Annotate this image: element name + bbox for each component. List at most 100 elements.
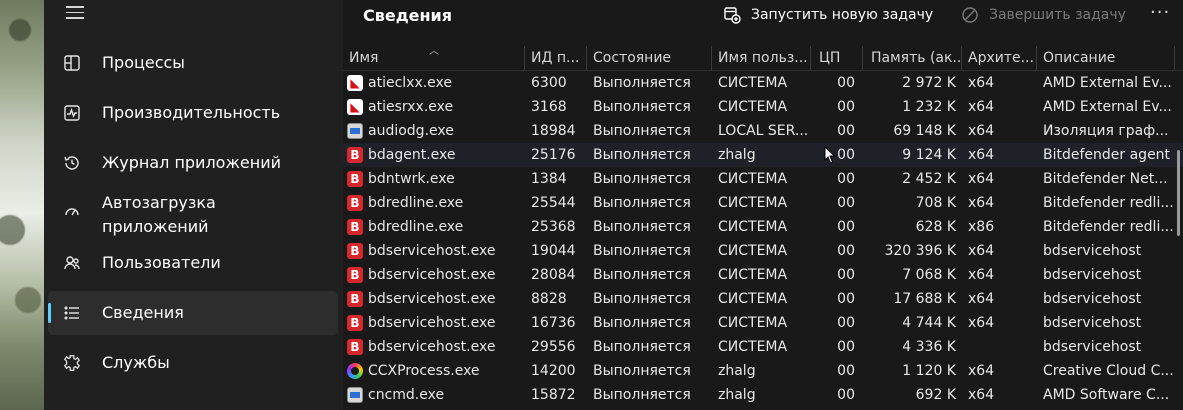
process-name-cell: Bbdservicehost.exe — [343, 263, 525, 287]
table-row[interactable]: Bbdntwrk.exe 1384 Выполняется СИСТЕМА 00 2 45… — [343, 167, 1183, 191]
column-header-pid[interactable]: ИД п... — [525, 46, 587, 70]
cell-arch: x64 — [968, 315, 995, 331]
bitdefender-logo-icon: B — [347, 147, 363, 163]
cell-cpu: 00 — [837, 195, 855, 211]
cell-user: zhalg — [718, 387, 756, 403]
amd-logo-icon: ◣ — [347, 99, 363, 115]
cell-user: СИСТЕМА — [718, 219, 788, 235]
cell-pid: 3168 — [531, 99, 567, 115]
cell-cpu: 00 — [837, 315, 855, 331]
process-name: bdredline.exe — [368, 219, 464, 235]
process-name: atiesrxx.exe — [368, 99, 454, 115]
cell-user: zhalg — [718, 363, 756, 379]
cell-arch: x64 — [968, 123, 995, 139]
column-header-cpu[interactable]: ЦП — [811, 46, 863, 70]
cell-user: СИСТЕМА — [718, 339, 788, 355]
cell-mem: 692 K — [915, 387, 956, 403]
table-row[interactable]: Bbdservicehost.exe 19044 Выполняется СИСТЕМ… — [343, 239, 1183, 263]
sidebar-item-label: Производительность — [102, 103, 281, 122]
sidebar-item-services[interactable]: Службы — [48, 341, 338, 385]
column-header-memory[interactable]: Память (ак... — [863, 46, 962, 70]
desktop-wallpaper — [0, 0, 44, 410]
cell-pid: 8828 — [531, 291, 567, 307]
cell-user: СИСТЕМА — [718, 291, 788, 307]
cell-state: Выполняется — [593, 315, 691, 331]
cell-user: LOCAL SER... — [718, 123, 809, 139]
cell-pid: 15872 — [531, 387, 576, 403]
cell-state: Выполняется — [593, 243, 691, 259]
table-row[interactable]: ◣ atieclxx.exe 6300 Выполняется СИСТЕМА 00 2 9… — [343, 71, 1183, 95]
cell-state: Выполняется — [593, 171, 691, 187]
cell-mem: 4 336 K — [902, 339, 956, 355]
cell-cpu: 00 — [837, 75, 855, 91]
cell-arch: x64 — [968, 243, 995, 259]
vertical-scrollbar[interactable] — [1177, 150, 1180, 236]
cell-state: Выполняется — [593, 123, 691, 139]
sidebar-item-label: Пользователи — [102, 253, 221, 272]
cell-pid: 6300 — [531, 75, 567, 91]
table-row[interactable]: Bbdagent.exe 25176 Выполняется zhalg 00 9 124… — [343, 143, 1183, 167]
table-row[interactable]: Bbdredline.exe 25368 Выполняется СИСТЕМА 00 6… — [343, 215, 1183, 239]
process-name: bdagent.exe — [368, 147, 456, 163]
window-app-icon — [347, 123, 363, 139]
selection-indicator — [48, 303, 51, 323]
cell-state: Выполняется — [593, 75, 691, 91]
sidebar-item-users[interactable]: Пользователи — [48, 241, 338, 285]
amd-logo-icon: ◣ — [347, 75, 363, 91]
hamburger-menu-icon[interactable] — [66, 6, 84, 20]
sidebar-item-details[interactable]: Сведения — [48, 291, 338, 335]
run-new-task-button[interactable]: Запустить новую задачу — [723, 4, 933, 26]
cell-pid: 14200 — [531, 363, 576, 379]
sidebar-item-processes[interactable]: Процессы — [48, 41, 338, 85]
table-row[interactable]: ◣ atiesrxx.exe 3168 Выполняется СИСТЕМА 00 1 2… — [343, 95, 1183, 119]
cell-arch: x64 — [968, 267, 995, 283]
cell-state: Выполняется — [593, 195, 691, 211]
table-row[interactable]: audiodg.exe 18984 Выполняется LOCAL SER... 0… — [343, 119, 1183, 143]
column-header-description[interactable]: Описание — [1037, 46, 1175, 70]
users-icon — [62, 253, 82, 273]
cell-user: СИСТЕМА — [718, 315, 788, 331]
cell-mem: 1 232 K — [902, 99, 956, 115]
bitdefender-logo-icon: B — [347, 291, 363, 307]
bitdefender-logo-icon: B — [347, 315, 363, 331]
end-task-button[interactable]: Завершить задачу — [961, 4, 1126, 26]
cell-state: Выполняется — [593, 147, 691, 163]
table-row[interactable]: Bbdredline.exe 25544 Выполняется СИСТЕМА 00 7… — [343, 191, 1183, 215]
cell-pid: 19044 — [531, 243, 576, 259]
sidebar: Процессы Производительность Журнал прило… — [44, 0, 343, 410]
process-details-table: ︿ Имя ИД п... Состояние Имя польз... ЦП … — [343, 46, 1183, 410]
process-name: bdredline.exe — [368, 195, 464, 211]
sidebar-item-app-history[interactable]: Журнал приложений — [48, 141, 338, 185]
table-row[interactable]: Bbdservicehost.exe 29556 Выполняется СИСТЕМ… — [343, 335, 1183, 359]
performance-icon — [62, 103, 82, 123]
process-name-cell: ◣ atiesrxx.exe — [343, 95, 525, 119]
table-row[interactable]: Bbdservicehost.exe 28084 Выполняется СИСТЕМ… — [343, 263, 1183, 287]
column-header-name[interactable]: ︿ Имя — [343, 46, 525, 70]
cell-arch: x64 — [968, 387, 995, 403]
table-row[interactable]: cncmd.exe 15872 Выполняется zhalg 00 692 K x64… — [343, 383, 1183, 407]
table-row[interactable]: CCXProcess.exe 14200 Выполняется zhalg 00 1 1… — [343, 359, 1183, 383]
column-header-user[interactable]: Имя польз... — [712, 46, 811, 70]
cell-mem: 628 K — [915, 219, 956, 235]
bitdefender-logo-icon: B — [347, 267, 363, 283]
page-title: Сведения — [363, 6, 453, 25]
cell-pid: 25368 — [531, 219, 576, 235]
sidebar-item-startup-apps[interactable]: Автозагрузка приложений — [48, 191, 338, 239]
column-header-architecture[interactable]: Архите... — [962, 46, 1037, 70]
cell-arch — [962, 335, 1037, 359]
column-header-status[interactable]: Состояние — [587, 46, 712, 70]
app-history-icon — [62, 153, 82, 173]
process-name-cell: Bbdservicehost.exe — [343, 335, 525, 359]
process-name: bdntwrk.exe — [368, 171, 455, 187]
new-task-icon — [724, 7, 741, 24]
cell-cpu: 00 — [837, 267, 855, 283]
more-options-icon[interactable]: ··· — [1150, 2, 1170, 23]
sidebar-item-performance[interactable]: Производительность — [48, 91, 338, 135]
cell-mem: 1 120 K — [902, 363, 956, 379]
cell-pid: 28084 — [531, 267, 576, 283]
cell-state: Выполняется — [593, 387, 691, 403]
table-row[interactable]: Bbdservicehost.exe 8828 Выполняется СИСТЕМА… — [343, 287, 1183, 311]
cell-cpu: 00 — [837, 387, 855, 403]
table-row[interactable]: Bbdservicehost.exe 16736 Выполняется СИСТЕМ… — [343, 311, 1183, 335]
process-name: bdservicehost.exe — [368, 291, 496, 307]
